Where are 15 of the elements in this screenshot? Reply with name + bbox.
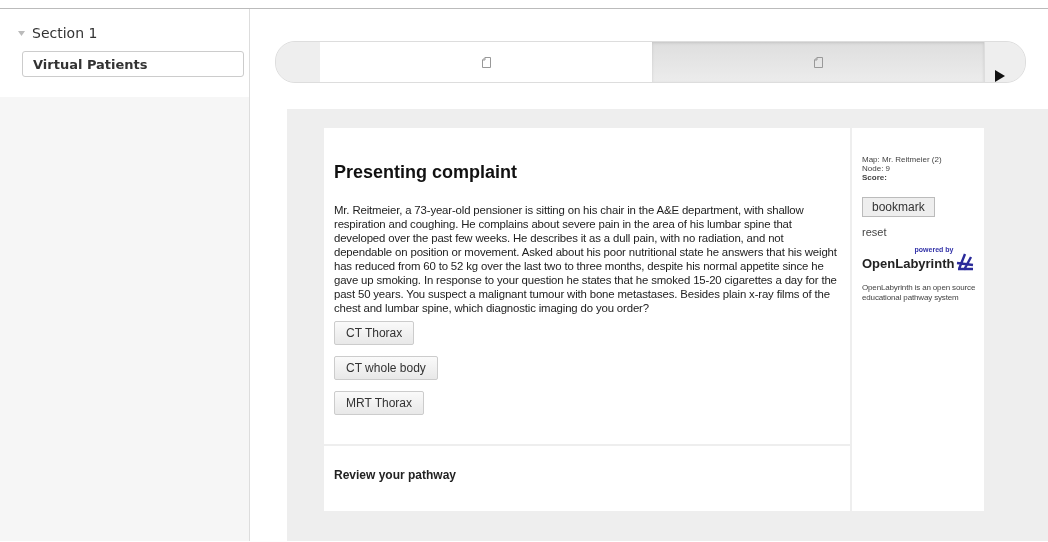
answer-button[interactable]: MRT Thorax [334,391,425,415]
node-text: Mr. Reitmeier, a 73-year-old pensioner is sitting on his chair in the A&E department, with shallow respiration and coughing. He complains about severe pain in the area of his lumbar spine that developed over the past few weeks. He describes it as a dull pain, with no radiation, and not dependable on position or movement. Asked about his poor nutritional state he answers that his weight has reduced from 60 to 52 kg over the last two to three months, despite his normal appetite since he gave up smoking. In response to your question he states that he smoked 15-20 cigarettes a day for the past 50 years. You suspect a malignant tumour with bone metastases. Besides plain x-ray films of the chest and lumbar spine, which diagnostic imaging do you order? [334,203,838,315]
description-text: OpenLabyrinth is an open source educational pathway system [862,283,976,303]
section-title[interactable]: Section 1 [32,25,98,41]
review-link[interactable]: Review your pathway [334,468,457,482]
answer-button[interactable]: CT whole body [334,356,438,380]
reset-link[interactable]: reset [862,226,887,238]
score-label: Score: [862,173,888,182]
brand-name: OpenLabyrinth [862,256,955,271]
map-label: Map: Mr. Reitmeier (2) [862,155,942,164]
answer-button[interactable]: CT Thorax [334,321,415,345]
node-title: Presenting complaint [334,162,519,183]
node-label: Node: 9 [862,164,892,173]
bookmark-button[interactable]: bookmark [862,197,935,217]
sidebar-item[interactable]: Virtual Patients [22,51,244,77]
